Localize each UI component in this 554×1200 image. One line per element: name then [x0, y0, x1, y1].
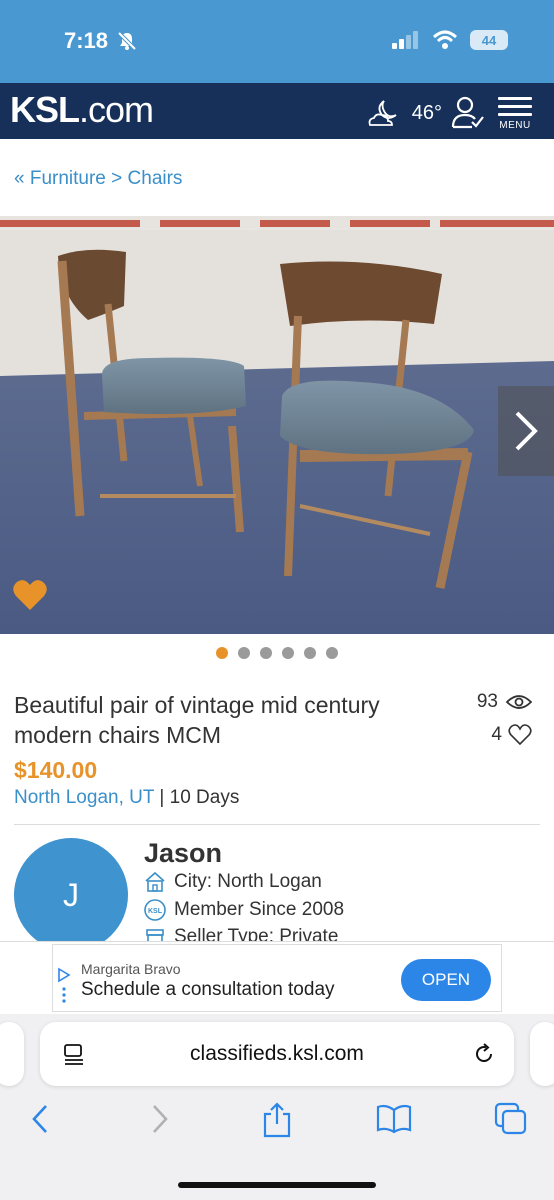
- previous-tab-preview[interactable]: [0, 1022, 24, 1086]
- location-line: North Logan, UT | 10 Days: [14, 787, 239, 809]
- next-tab-preview[interactable]: [530, 1022, 554, 1086]
- status-time: 7:18: [64, 28, 109, 53]
- signal-icon: [392, 31, 418, 49]
- seller-city-text: City: North Logan: [174, 871, 322, 892]
- photo-dot[interactable]: [260, 647, 272, 659]
- weather-widget[interactable]: 46°: [366, 97, 442, 129]
- silent-bell-icon: [117, 31, 137, 51]
- book-icon: [376, 1104, 412, 1134]
- temperature: 46°: [411, 101, 442, 124]
- seller-avatar[interactable]: J: [14, 838, 128, 952]
- heart-outline-icon: [508, 724, 532, 746]
- ad-headline: Schedule a consultation today: [81, 979, 335, 1000]
- photo-pagination: [0, 647, 554, 659]
- moon-cloud-icon: [368, 100, 397, 126]
- listing-price: $140.00: [14, 757, 98, 783]
- ad-open-button[interactable]: OPEN: [401, 959, 491, 1001]
- photo-dot[interactable]: [282, 647, 294, 659]
- eye-icon: [506, 695, 532, 709]
- breadcrumb[interactable]: « Furniture > Chairs: [14, 168, 182, 190]
- browser-toolbar: classifieds.ksl.com: [0, 1014, 554, 1200]
- ad-content[interactable]: Margarita Bravo Schedule a consultation …: [52, 944, 502, 1012]
- photo-dot[interactable]: [216, 647, 228, 659]
- ksl-badge-text: KSL: [148, 908, 163, 915]
- favorite-heart-icon[interactable]: [12, 578, 48, 612]
- bookmarks-button[interactable]: [376, 1102, 412, 1141]
- photo-dot[interactable]: [238, 647, 250, 659]
- favorite-count: 4: [491, 724, 532, 746]
- favorite-count-value: 4: [491, 724, 502, 745]
- account-icon[interactable]: [450, 95, 484, 129]
- photo-dot[interactable]: [326, 647, 338, 659]
- wifi-icon: [432, 30, 458, 49]
- ad-sponsor: Margarita Bravo: [81, 961, 181, 977]
- page: 7:18 44 KSL.com 46° MENU « Furniture > C…: [0, 0, 554, 1200]
- reload-icon[interactable]: [472, 1042, 496, 1066]
- menu-button[interactable]: MENU: [498, 97, 532, 131]
- seller-name[interactable]: Jason: [144, 838, 222, 869]
- back-button[interactable]: [28, 1102, 52, 1141]
- tabs-button[interactable]: [494, 1102, 528, 1141]
- status-icons: 44: [392, 30, 508, 50]
- ksl-logo[interactable]: KSL.com: [10, 89, 154, 131]
- tabs-icon: [494, 1102, 527, 1135]
- menu-label: MENU: [499, 120, 531, 131]
- forward-button[interactable]: [148, 1102, 172, 1141]
- seller-city: City: North Logan: [144, 871, 322, 893]
- share-button[interactable]: [262, 1102, 292, 1143]
- listing-title: Beautiful pair of vintage mid century mo…: [14, 692, 380, 748]
- next-photo-button[interactable]: [498, 386, 554, 476]
- ksl-badge-icon: KSL: [144, 899, 166, 921]
- chairs-photo-image: [0, 216, 554, 634]
- listing-location[interactable]: North Logan, UT: [14, 787, 154, 808]
- logo-suffix: .com: [79, 89, 154, 130]
- chevron-right-icon: [515, 411, 538, 451]
- ad-choices-icon[interactable]: [57, 967, 71, 1003]
- city-building-icon: [145, 871, 165, 892]
- photo-dot[interactable]: [304, 647, 316, 659]
- back-chevron-icon: [32, 1105, 47, 1133]
- divider: [14, 824, 540, 825]
- seller-member-since: KSL Member Since 2008: [144, 899, 344, 921]
- view-count: 93: [477, 691, 532, 713]
- storefront-icon: [146, 929, 164, 941]
- address-bar[interactable]: classifieds.ksl.com: [40, 1022, 514, 1086]
- ad-banner: Margarita Bravo Schedule a consultation …: [0, 941, 554, 1014]
- forward-chevron-icon: [153, 1105, 168, 1133]
- listing-photo[interactable]: [0, 216, 554, 634]
- battery-indicator: 44: [470, 30, 508, 50]
- site-header: KSL.com 46° MENU: [0, 83, 554, 139]
- status-bar: 7:18 44: [0, 0, 554, 83]
- url-text[interactable]: classifieds.ksl.com: [40, 1042, 514, 1066]
- seller-type: Seller Type: Private: [144, 927, 338, 941]
- listing-age: | 10 Days: [159, 787, 240, 808]
- home-indicator[interactable]: [178, 1182, 376, 1188]
- logo-main: KSL: [10, 89, 80, 130]
- browser-nav: [0, 1102, 554, 1152]
- view-count-value: 93: [476, 691, 498, 712]
- member-since-text: Member Since 2008: [174, 899, 345, 920]
- seller-type-text: Seller Type: Private: [174, 927, 339, 941]
- share-icon: [263, 1102, 291, 1138]
